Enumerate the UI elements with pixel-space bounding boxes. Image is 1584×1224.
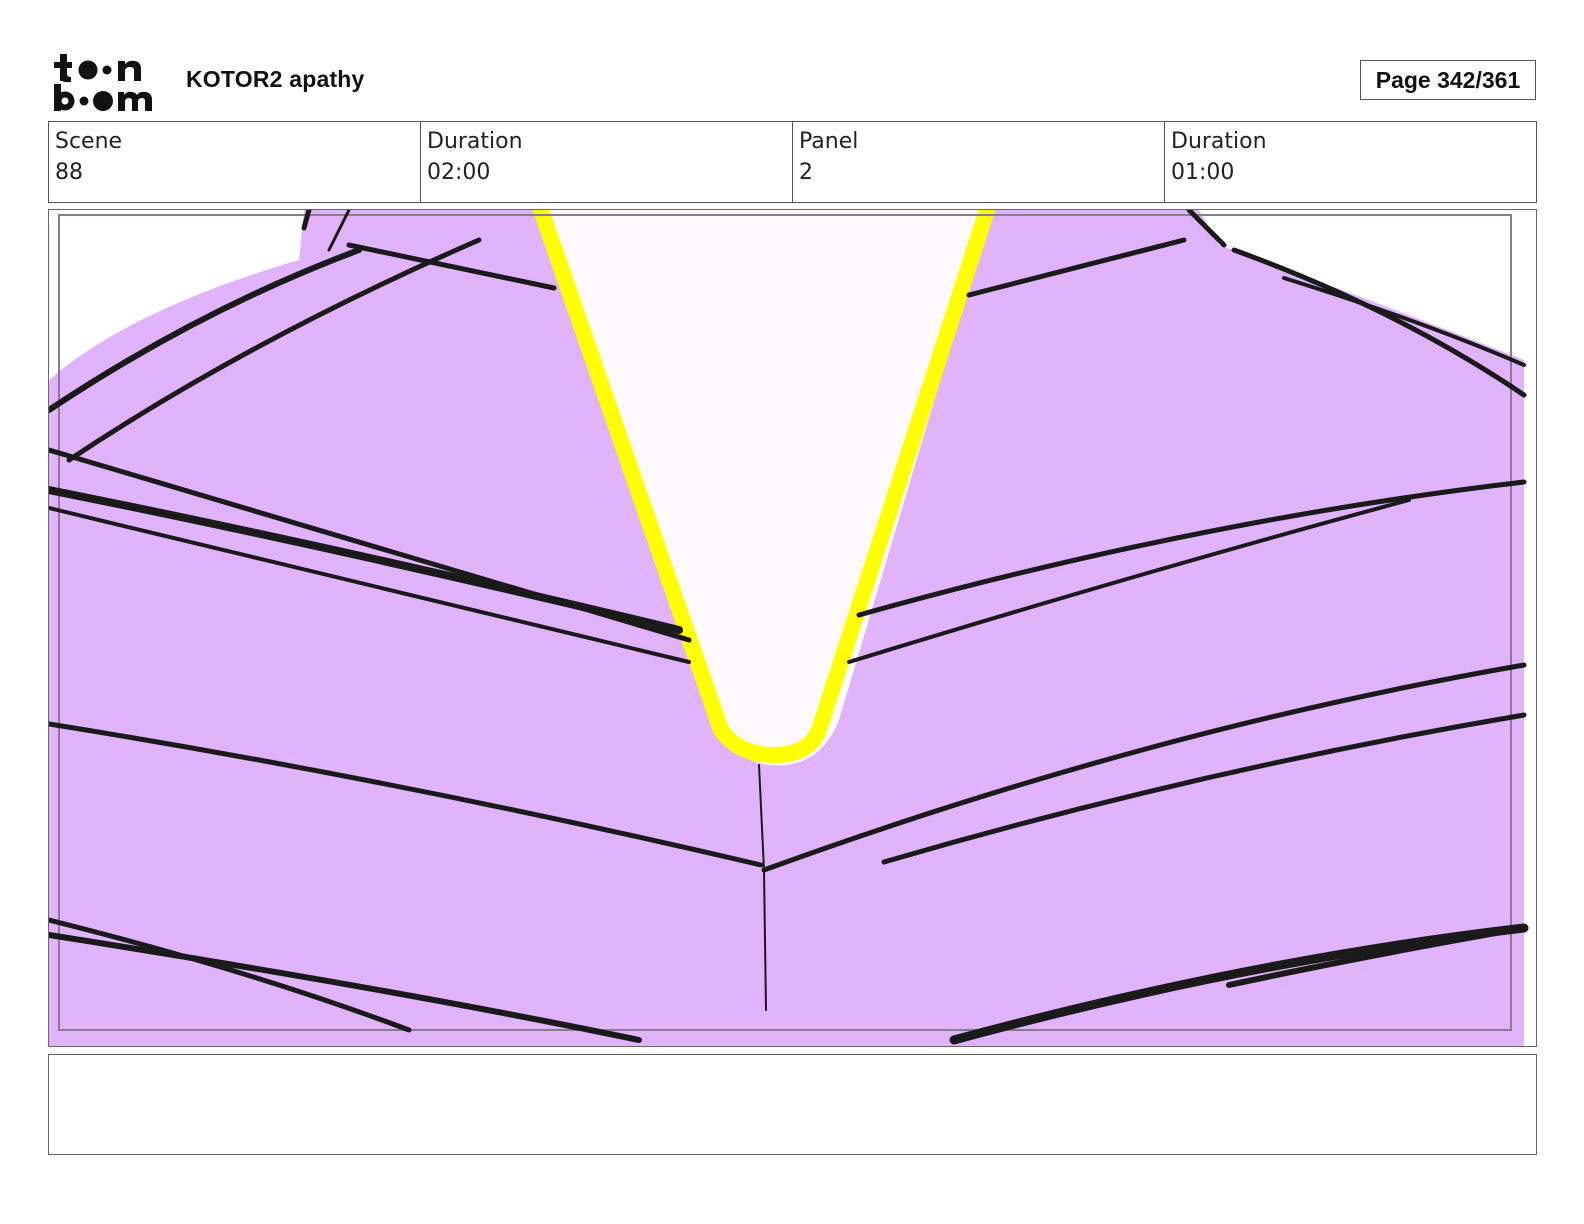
panel-notes — [48, 1054, 1537, 1155]
toon-boom-logo — [52, 52, 164, 112]
scene-info-table: Scene 88 Duration 02:00 Panel 2 Duration… — [48, 121, 1537, 203]
panel-duration-cell: Duration 01:00 — [1165, 122, 1536, 202]
scene-cell: Scene 88 — [49, 122, 421, 202]
scene-duration-label: Duration — [427, 129, 523, 154]
panel-duration-label: Duration — [1171, 129, 1267, 154]
panel-label: Panel — [799, 129, 859, 154]
scene-value: 88 — [55, 160, 83, 185]
scene-duration-value: 02:00 — [427, 160, 491, 185]
panel-duration-value: 01:00 — [1171, 160, 1235, 185]
scene-label: Scene — [55, 129, 123, 154]
scene-duration-cell: Duration 02:00 — [421, 122, 793, 202]
storyboard-panel — [48, 209, 1537, 1047]
panel-value: 2 — [799, 160, 813, 185]
project-title: KOTOR2 apathy — [186, 66, 365, 92]
panel-drawing — [49, 210, 1529, 1046]
panel-cell: Panel 2 — [793, 122, 1165, 202]
page-number: Page 342/361 — [1360, 60, 1536, 100]
